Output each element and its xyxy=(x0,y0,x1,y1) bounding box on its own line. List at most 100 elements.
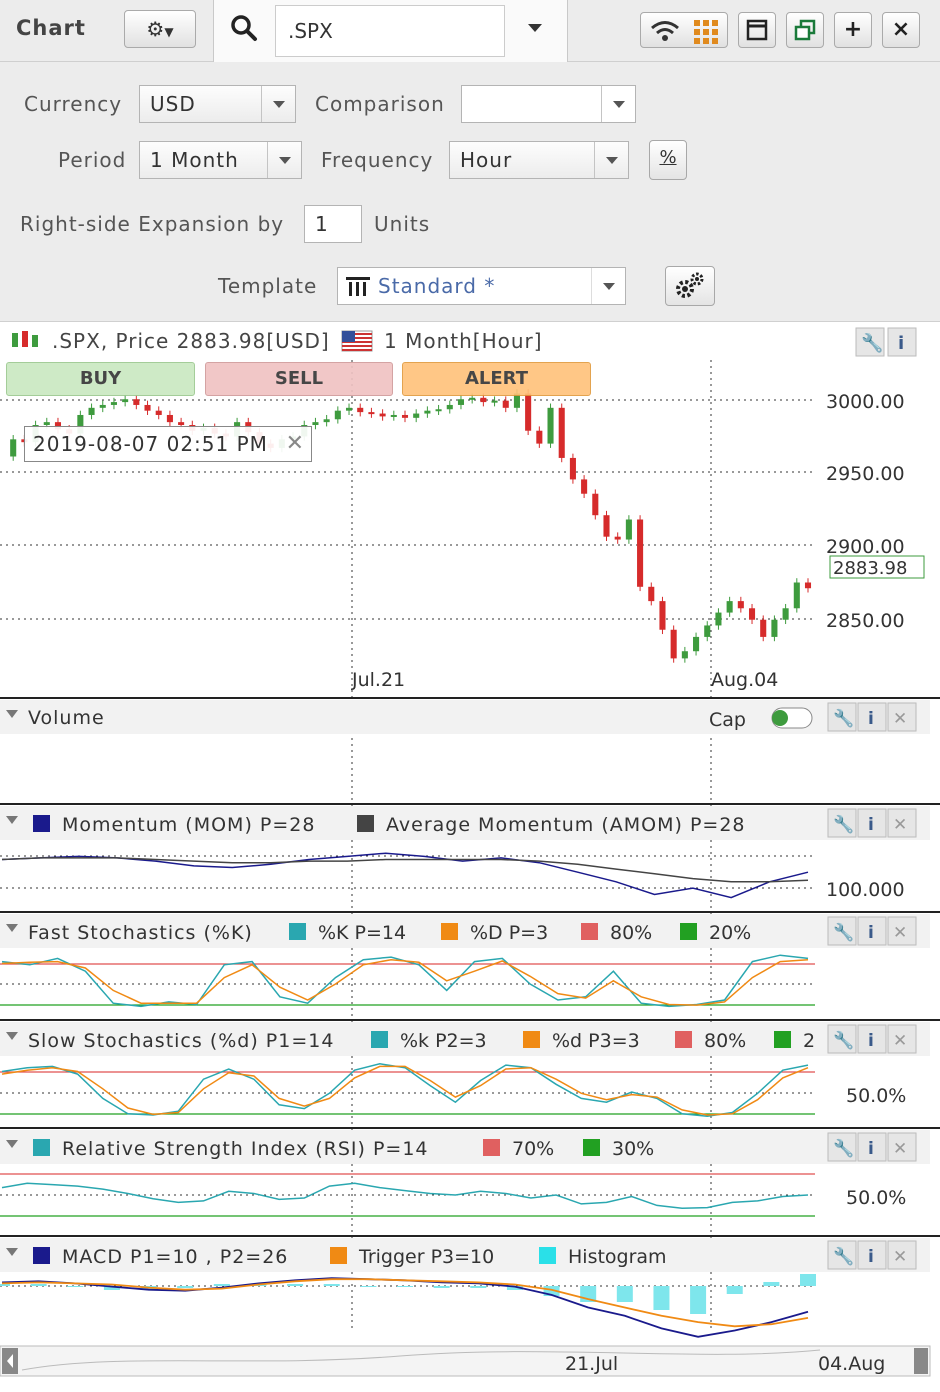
candle xyxy=(536,430,543,444)
currency-value: USD xyxy=(150,92,196,116)
candle xyxy=(592,493,599,516)
histogram-bar xyxy=(433,1286,450,1288)
series-swatch xyxy=(680,923,697,940)
chart-settings-panel: Currency USD Comparison Period 1 Month F… xyxy=(0,62,940,322)
symbol-input[interactable]: .SPX xyxy=(275,5,505,57)
info-button[interactable]: i xyxy=(857,1024,887,1054)
window-title: Chart xyxy=(16,16,86,40)
info-icon: i xyxy=(868,709,874,729)
candle xyxy=(144,404,151,411)
search-icon[interactable] xyxy=(228,12,260,44)
template-select[interactable]: Standard * xyxy=(337,267,626,305)
navigator-right-handle[interactable] xyxy=(914,1348,928,1374)
data-source-button[interactable] xyxy=(640,12,728,48)
candle xyxy=(648,586,655,602)
close-icon: ✕ xyxy=(893,923,907,943)
volume-panel: Volume Cap xyxy=(0,700,930,734)
info-button[interactable]: i xyxy=(857,916,887,946)
close-button[interactable]: ✕ xyxy=(887,808,917,838)
template-settings-button[interactable] xyxy=(665,266,715,306)
chevron-down-icon: ▼ xyxy=(164,25,174,39)
cap-toggle[interactable] xyxy=(771,707,813,729)
candle xyxy=(681,651,688,659)
histogram-bar xyxy=(323,1284,340,1286)
info-button[interactable]: i xyxy=(857,808,887,838)
frequency-value: Hour xyxy=(460,148,513,172)
series-label: 70% xyxy=(512,1138,554,1160)
candle xyxy=(345,407,353,411)
wrench-button[interactable]: 🔧 xyxy=(827,916,857,946)
candle xyxy=(480,397,487,403)
expansion-input[interactable]: 1 xyxy=(304,205,362,243)
series-label: %d P3=3 xyxy=(552,1030,640,1052)
alert-button[interactable]: ALERT xyxy=(402,362,591,396)
histogram-bar xyxy=(67,1286,84,1287)
series-swatch xyxy=(33,1247,50,1264)
wrench-button[interactable]: 🔧 xyxy=(827,808,857,838)
period-header-label: 1 Month[Hour] xyxy=(384,329,543,353)
candle xyxy=(581,479,588,494)
wrench-icon: 🔧 xyxy=(833,922,854,943)
period-select[interactable]: 1 Month xyxy=(139,141,302,179)
candle xyxy=(379,413,386,417)
chevron-down-icon xyxy=(591,268,625,304)
candle xyxy=(469,397,476,400)
candle xyxy=(312,422,319,425)
navigator-label: 04.Aug xyxy=(818,1353,885,1375)
histogram-bar xyxy=(360,1286,377,1287)
wrench-button[interactable]: 🔧 xyxy=(855,327,885,357)
close-button[interactable]: × xyxy=(882,12,920,48)
expansion-label: Right-side Expansion by xyxy=(20,212,285,236)
close-icon: ✕ xyxy=(893,709,907,729)
chart-canvas[interactable]: .SPX, Price 2883.98[USD] 1 Month[Hour] 🔧… xyxy=(0,322,940,1392)
close-button[interactable]: ✕ xyxy=(887,702,917,732)
series-swatch xyxy=(33,1139,50,1156)
wrench-button[interactable]: 🔧 xyxy=(827,1240,857,1270)
buy-button[interactable]: BUY xyxy=(6,362,195,396)
navigator[interactable]: 21.Jul 04.Aug xyxy=(0,1345,931,1377)
info-button[interactable]: i xyxy=(887,327,917,357)
crosshair-date: 2019-08-07 02:51 PM xyxy=(33,432,268,456)
close-icon[interactable]: ✕ xyxy=(286,427,305,461)
percent-scale-button[interactable]: % xyxy=(649,140,687,180)
close-button[interactable]: ✕ xyxy=(887,1240,917,1270)
candle xyxy=(390,414,397,417)
sell-button[interactable]: SELL xyxy=(205,362,393,396)
candle xyxy=(368,412,375,415)
close-button[interactable]: ✕ xyxy=(887,1132,917,1162)
info-button[interactable]: i xyxy=(857,702,887,732)
candle xyxy=(569,457,576,480)
frequency-select[interactable]: Hour xyxy=(449,141,629,179)
candle-legend-icon xyxy=(12,333,18,347)
wrench-button[interactable]: 🔧 xyxy=(827,1132,857,1162)
comparison-select[interactable] xyxy=(461,85,636,123)
close-button[interactable]: ✕ xyxy=(887,916,917,946)
candle xyxy=(547,407,554,444)
candle xyxy=(804,582,812,589)
template-label: Template xyxy=(218,274,318,298)
settings-menu-button[interactable]: ⚙▼ xyxy=(124,10,196,48)
currency-select[interactable]: USD xyxy=(139,85,296,123)
series-label: 80% xyxy=(704,1030,746,1052)
add-button[interactable]: + xyxy=(834,12,872,48)
candle xyxy=(659,601,666,630)
popout-icon xyxy=(794,19,816,41)
popout-button[interactable] xyxy=(786,12,824,48)
candle-legend-icon xyxy=(32,335,38,347)
info-button[interactable]: i xyxy=(857,1132,887,1162)
symbol-dropdown-icon[interactable] xyxy=(528,24,542,32)
candle xyxy=(737,601,744,609)
last-price-label: 2883.98 xyxy=(829,555,925,579)
info-button[interactable]: i xyxy=(857,1240,887,1270)
wrench-button[interactable]: 🔧 xyxy=(827,1024,857,1054)
candle xyxy=(704,625,711,637)
series-swatch xyxy=(774,1031,791,1048)
candle xyxy=(491,400,498,403)
series-label: Trigger P3=10 xyxy=(358,1246,494,1268)
close-button[interactable]: ✕ xyxy=(887,1024,917,1054)
window-restore-button[interactable] xyxy=(738,12,776,48)
candle xyxy=(133,399,140,405)
wrench-button[interactable]: 🔧 xyxy=(827,702,857,732)
series-label: %D P=3 xyxy=(470,922,548,944)
histogram-bar xyxy=(653,1286,670,1310)
